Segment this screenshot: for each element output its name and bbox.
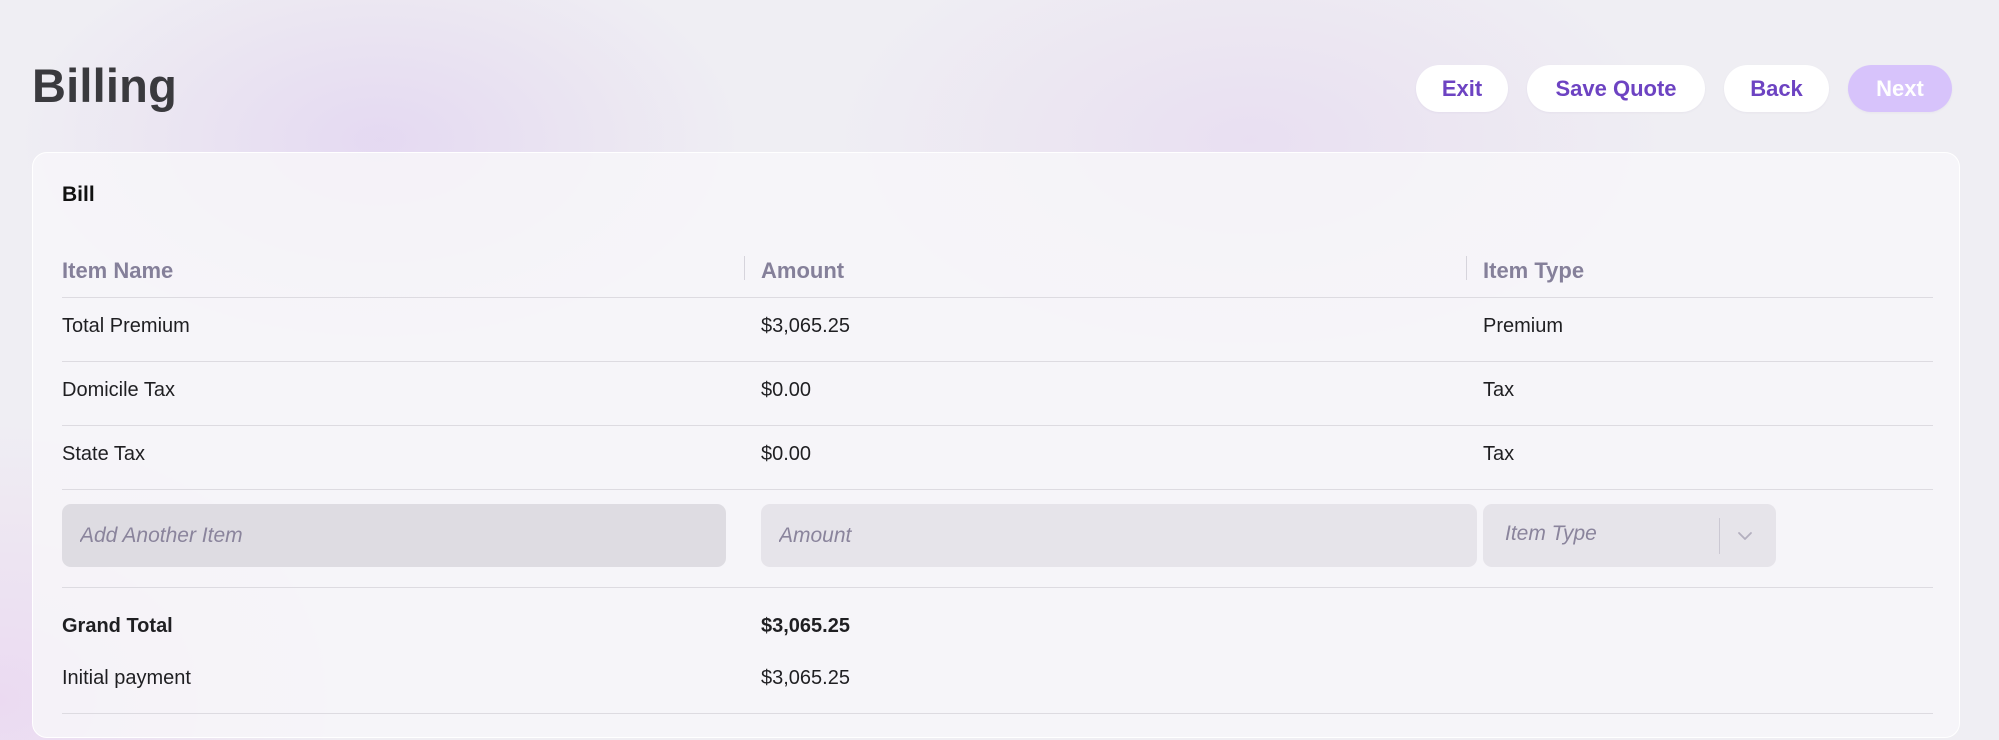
row-divider	[62, 425, 1933, 426]
row-2-item-name: Domicile Tax	[62, 379, 175, 401]
add-item-type-select[interactable]: Item Type	[1483, 504, 1776, 567]
back-button[interactable]: Back	[1724, 65, 1829, 112]
row-divider	[62, 489, 1933, 490]
row-divider	[62, 713, 1933, 714]
row-1-item-type: Premium	[1483, 315, 1564, 337]
initial-payment-label: Initial payment	[62, 667, 191, 689]
row-3-item-name: State Tax	[62, 443, 146, 465]
row-3-item-type: Tax	[1483, 443, 1515, 465]
next-button[interactable]: Next	[1848, 65, 1952, 112]
column-header-item-type: Item Type	[1483, 258, 1585, 283]
bill-card: Bill Item Name Amount Item Type Total Pr…	[32, 152, 1960, 738]
save-quote-button[interactable]: Save Quote	[1527, 65, 1705, 112]
column-separator	[744, 256, 745, 280]
row-2-item-type: Tax	[1483, 379, 1515, 401]
grand-total-value: $3,065.25	[761, 615, 850, 637]
grand-total-label: Grand Total	[62, 615, 173, 637]
row-3-amount: $0.00	[761, 443, 812, 465]
add-item-name-input[interactable]	[62, 504, 726, 567]
initial-payment-value: $3,065.25	[761, 667, 850, 689]
row-2-amount: $0.00	[761, 379, 812, 401]
row-1-item-name: Total Premium	[62, 315, 190, 337]
row-divider	[62, 587, 1933, 588]
chevron-down-icon[interactable]	[1734, 525, 1756, 547]
row-divider	[62, 297, 1933, 298]
add-item-amount-input[interactable]	[761, 504, 1477, 567]
bill-title: Bill	[62, 183, 95, 206]
row-1-amount: $3,065.25	[761, 315, 850, 337]
column-header-item-name: Item Name	[62, 258, 174, 283]
exit-button[interactable]: Exit	[1416, 65, 1508, 112]
page-title: Billing	[32, 59, 177, 112]
select-divider	[1719, 518, 1720, 554]
item-type-placeholder: Item Type	[1505, 522, 1597, 545]
column-separator	[1466, 256, 1467, 280]
row-divider	[62, 361, 1933, 362]
toolbar: Exit Save Quote Back Next	[1416, 65, 1952, 112]
column-header-amount: Amount	[761, 258, 845, 283]
